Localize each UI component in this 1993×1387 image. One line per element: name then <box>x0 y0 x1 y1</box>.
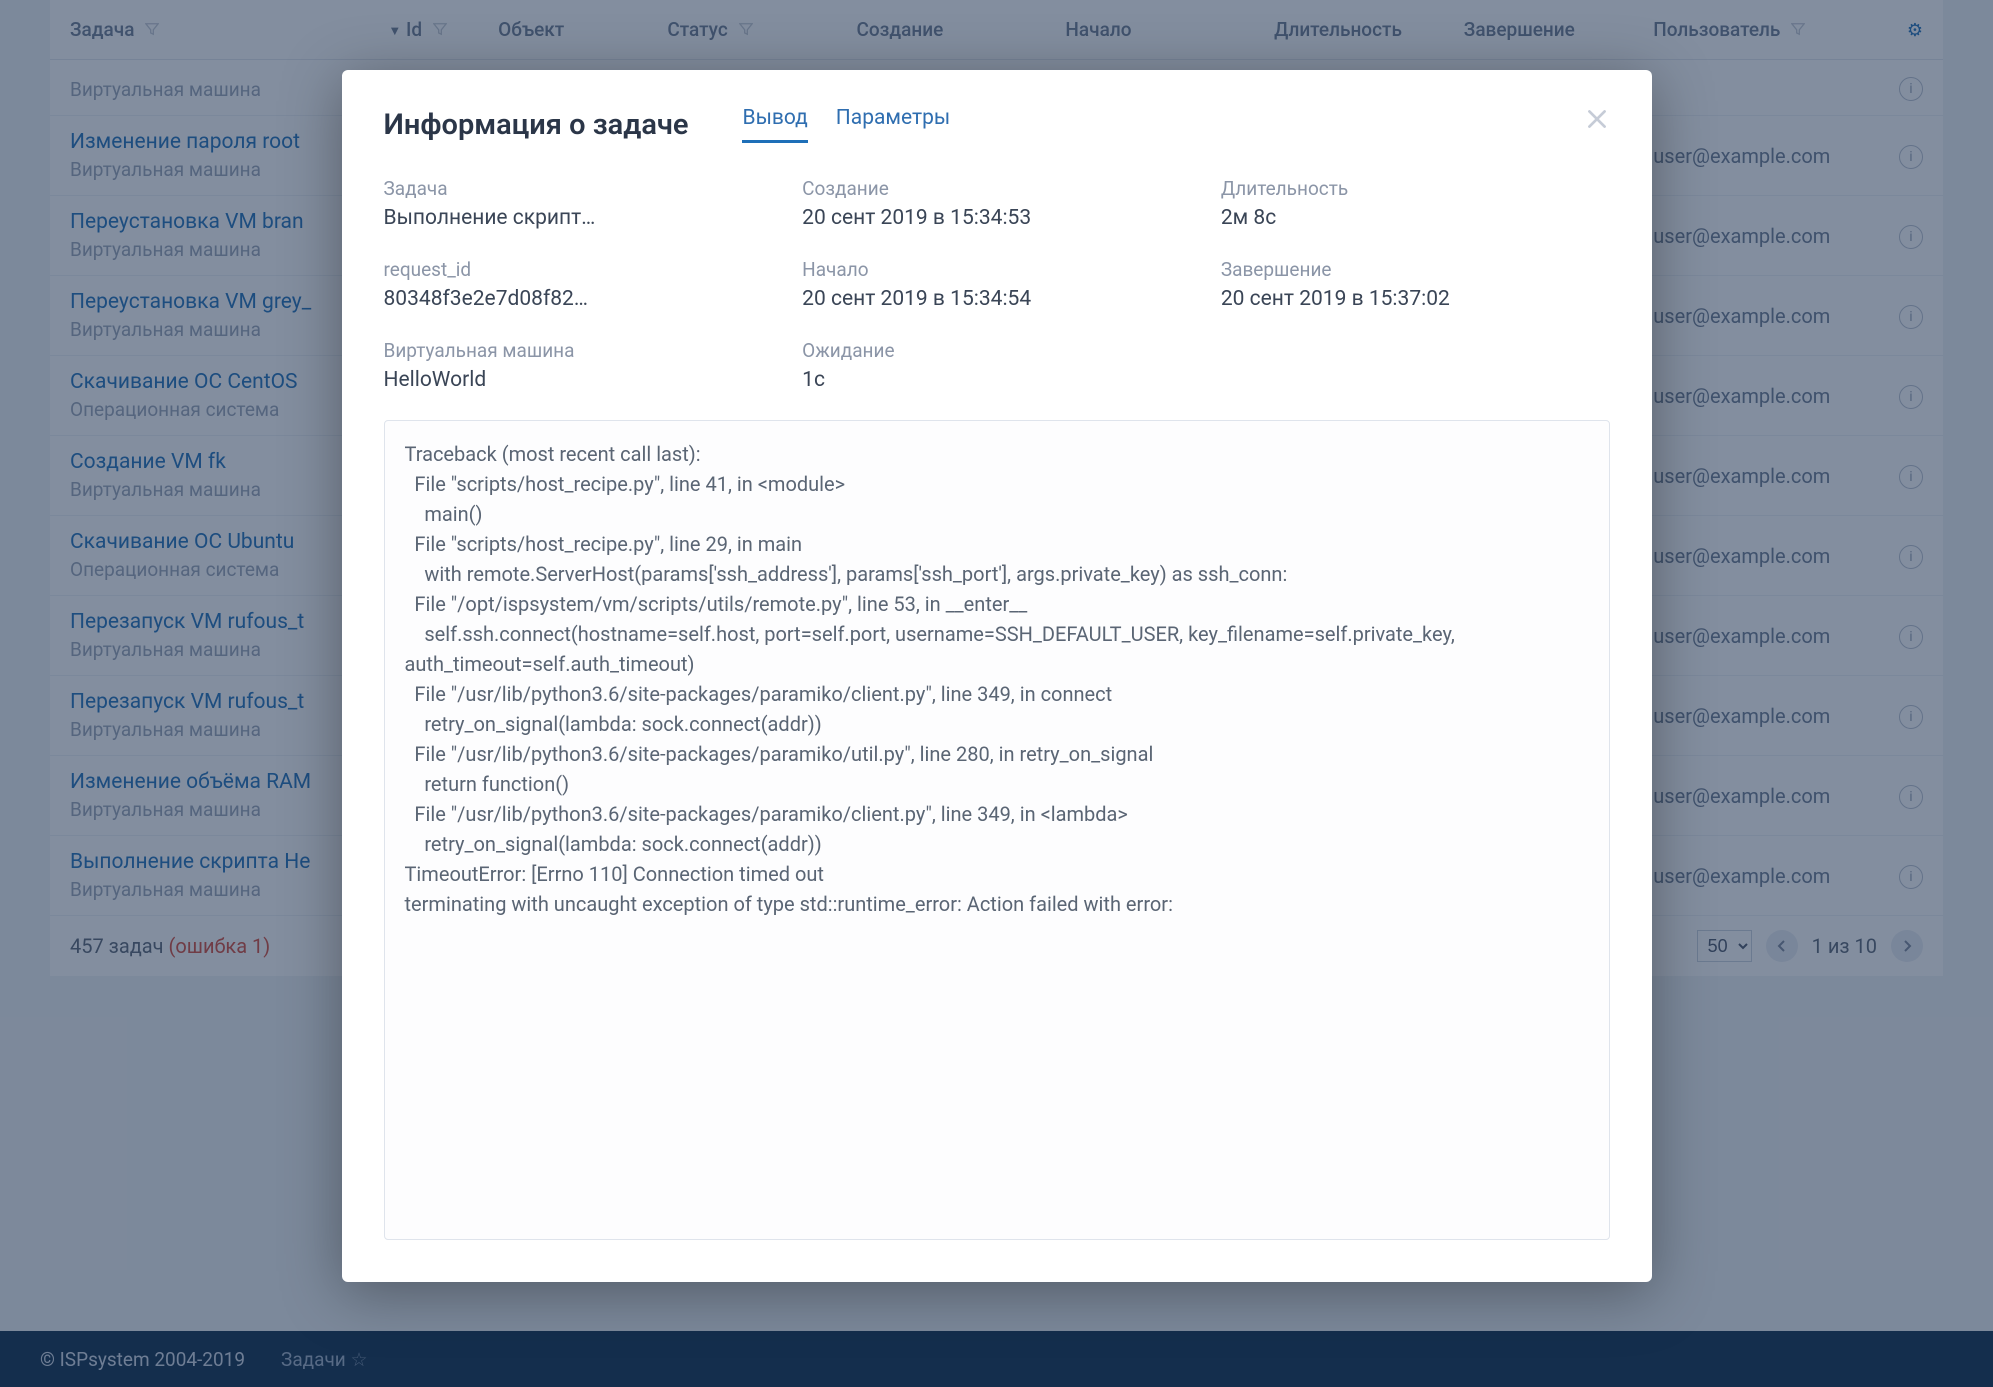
field-created: Создание 20 сент 2019 в 15:34:53 <box>802 177 1191 230</box>
tab-params[interactable]: Параметры <box>836 106 950 143</box>
field-started: Начало 20 сент 2019 в 15:34:54 <box>802 258 1191 311</box>
modal-title: Информация о задаче <box>384 108 689 142</box>
field-task: Задача Выполнение скрипт… <box>384 177 773 230</box>
field-vm: Виртуальная машина HelloWorld <box>384 339 773 392</box>
task-output[interactable]: Traceback (most recent call last): File … <box>384 420 1610 1240</box>
close-icon[interactable] <box>1584 106 1610 136</box>
field-request-id: request_id 80348f3e2e7d08f82… <box>384 258 773 311</box>
field-duration: Длительность 2м 8с <box>1221 177 1610 230</box>
task-info-grid: Задача Выполнение скрипт… Создание 20 се… <box>384 177 1610 392</box>
task-info-modal: Информация о задаче Вывод Параметры Зада… <box>342 70 1652 1282</box>
tab-output[interactable]: Вывод <box>742 106 807 143</box>
modal-tabs: Вывод Параметры <box>742 106 950 143</box>
field-finished: Завершение 20 сент 2019 в 15:37:02 <box>1221 258 1610 311</box>
field-wait: Ожидание 1с <box>802 339 1191 392</box>
